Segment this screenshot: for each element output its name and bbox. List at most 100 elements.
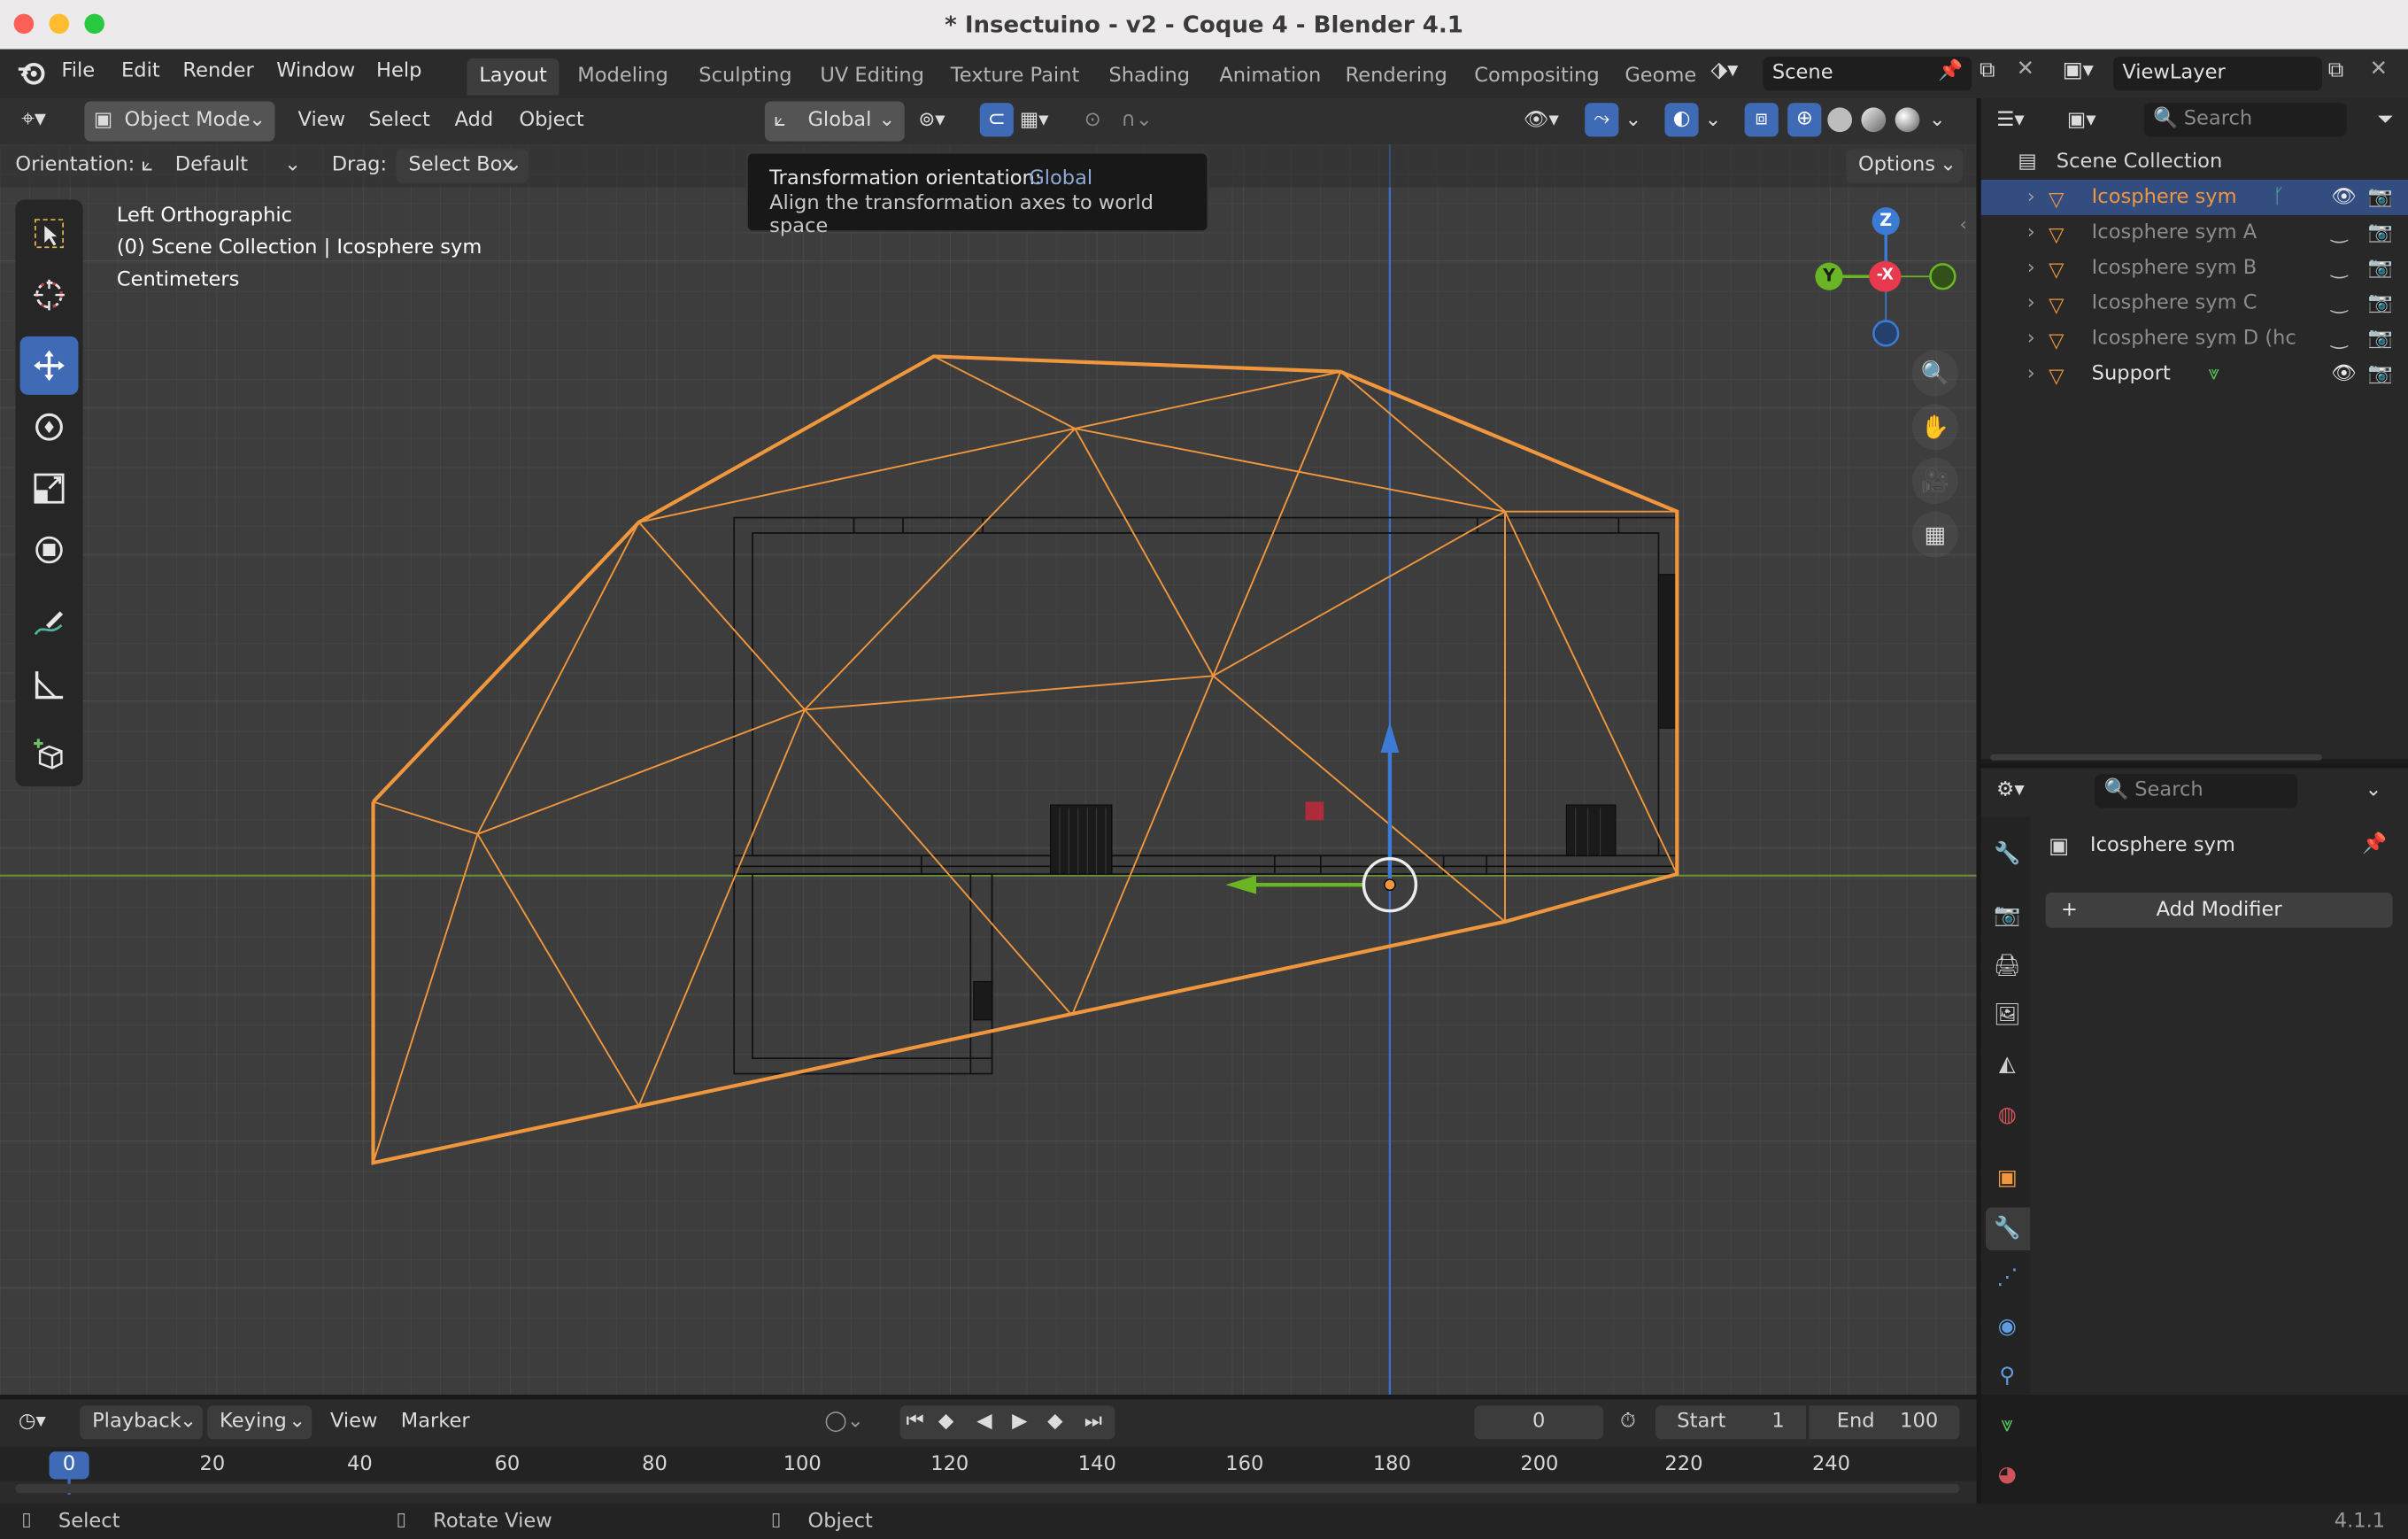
proportional-editing-icon[interactable]: ⊙: [1084, 101, 1101, 141]
scale-tool-icon[interactable]: [20, 460, 79, 518]
eye-closed-icon[interactable]: ‿: [2331, 286, 2347, 321]
tool-properties-tab-icon[interactable]: 🔧: [1988, 836, 2026, 873]
transform-orientation-dropdown[interactable]: ⟀ Global ⌄: [764, 101, 905, 142]
object-mode-dropdown[interactable]: ▣ Object Mode ⌄: [84, 101, 275, 142]
tab-geometry-nodes[interactable]: Geome: [1612, 58, 1709, 96]
menu-edit[interactable]: Edit: [121, 50, 160, 96]
play-reverse-icon[interactable]: ◀: [976, 1403, 992, 1442]
transform-tool-icon[interactable]: [20, 521, 79, 579]
data-properties-tab-icon[interactable]: ⩔: [1988, 1407, 2026, 1444]
outliner-row-item[interactable]: › ▽ Icosphere sym A ‿ 📷: [1981, 215, 2408, 251]
new-scene-icon[interactable]: ⧉: [1980, 58, 1995, 83]
tab-modeling[interactable]: Modeling: [565, 58, 680, 96]
camera-render-icon[interactable]: 📷: [2368, 251, 2393, 286]
eye-icon[interactable]: 👁: [2331, 180, 2357, 215]
expand-arrow-icon[interactable]: ›: [2027, 251, 2035, 286]
properties-options-icon[interactable]: ⌄: [2365, 771, 2381, 811]
sidebar-toggle-icon[interactable]: ‹: [1959, 213, 1966, 235]
scene-properties-tab-icon[interactable]: ◭: [1988, 1046, 2026, 1083]
gizmo-z-axis[interactable]: Z: [1872, 207, 1900, 236]
menu-file[interactable]: File: [61, 50, 95, 96]
rotate-tool-icon[interactable]: [20, 398, 79, 456]
add-cube-tool-icon[interactable]: [20, 725, 79, 784]
gizmo-dropdown-icon[interactable]: ⌄: [1625, 101, 1641, 141]
outliner-row-item[interactable]: › ▽ Icosphere sym C ‿ 📷: [1981, 286, 2408, 321]
new-view-layer-icon[interactable]: ⧉: [2328, 58, 2343, 83]
outliner-display-mode-icon[interactable]: ▣▾: [2067, 101, 2096, 141]
menu-help[interactable]: Help: [376, 50, 421, 96]
tab-animation[interactable]: Animation: [1207, 58, 1333, 96]
rendered-shading-icon[interactable]: [1895, 107, 1920, 133]
tab-shading[interactable]: Shading: [1097, 58, 1202, 96]
viewport-menu-view[interactable]: View: [298, 101, 346, 141]
view-layer-field[interactable]: ViewLayer: [2112, 57, 2322, 91]
tab-layout[interactable]: Layout: [467, 58, 560, 96]
delete-view-layer-icon[interactable]: ✕: [2370, 57, 2388, 81]
timeline-menu-marker[interactable]: Marker: [401, 1403, 470, 1442]
viewport-menu-select[interactable]: Select: [368, 101, 430, 141]
wireframe-shading-icon[interactable]: ⊕: [1787, 103, 1822, 137]
expand-arrow-icon[interactable]: ›: [2027, 286, 2035, 321]
expand-arrow-icon[interactable]: ›: [2027, 321, 2035, 357]
scene-selector-icon[interactable]: ⬗▾: [1710, 58, 1760, 89]
camera-render-icon[interactable]: 📷: [2368, 215, 2393, 251]
material-preview-icon[interactable]: [1861, 107, 1887, 133]
move-tool-icon[interactable]: [19, 336, 79, 395]
viewport-menu-object[interactable]: Object: [519, 101, 583, 141]
timeline-scrollbar[interactable]: [15, 1483, 1960, 1494]
snap-toggle-icon[interactable]: ⊂: [979, 103, 1014, 137]
eye-closed-icon[interactable]: ‿: [2331, 215, 2347, 251]
menu-render[interactable]: Render: [182, 50, 253, 96]
end-frame-field[interactable]: End 100: [1809, 1405, 1960, 1440]
current-frame-field[interactable]: 0: [1474, 1405, 1604, 1440]
world-properties-tab-icon[interactable]: ◍: [1988, 1097, 2026, 1134]
view-layer-properties-tab-icon[interactable]: 🖼: [1988, 997, 2026, 1034]
editor-type-icon[interactable]: ⌖▾: [21, 104, 46, 132]
delete-scene-icon[interactable]: ✕: [2017, 57, 2034, 81]
outliner-editor-type-icon[interactable]: ☰▾: [1996, 101, 2025, 141]
auto-keying-icon[interactable]: ◯⌄: [825, 1403, 864, 1442]
snap-target-icon[interactable]: ▦▾: [1020, 101, 1049, 141]
view-layer-icon[interactable]: ▣▾: [2063, 58, 2094, 83]
gizmo-x-axis[interactable]: -X: [1869, 260, 1902, 292]
gizmo-y-axis[interactable]: Y: [1815, 262, 1843, 290]
solid-shading-icon[interactable]: [1827, 107, 1853, 133]
pivot-point-icon[interactable]: ⊚▾: [918, 101, 945, 141]
playhead-frame[interactable]: 0: [49, 1451, 89, 1480]
orientation-dropdown[interactable]: ⟀ Default ⌄: [135, 146, 305, 186]
physics-properties-tab-icon[interactable]: ◉: [1988, 1309, 2026, 1346]
measure-tool-icon[interactable]: [20, 656, 79, 715]
render-properties-tab-icon[interactable]: 📷: [1988, 897, 2026, 934]
jump-to-keyframe-back-icon[interactable]: ◆: [938, 1403, 953, 1442]
drag-dropdown[interactable]: Select Box ⌄: [396, 149, 529, 183]
tab-rendering[interactable]: Rendering: [1333, 58, 1460, 96]
show-overlays-icon[interactable]: ◐: [1664, 103, 1699, 137]
pin-icon[interactable]: 📌: [2362, 832, 2387, 855]
constraints-properties-tab-icon[interactable]: ⚲: [1988, 1357, 2026, 1395]
expand-arrow-icon[interactable]: ›: [2027, 180, 2035, 215]
annotate-tool-icon[interactable]: [20, 593, 79, 652]
outliner-row-item[interactable]: › ▽ Icosphere sym ᚴ 👁 📷: [1980, 179, 2408, 215]
properties-editor-type-icon[interactable]: ⚙▾: [1996, 771, 2025, 811]
tab-texture-paint[interactable]: Texture Paint: [938, 58, 1092, 96]
camera-render-icon[interactable]: 📷: [2368, 356, 2393, 391]
eye-icon[interactable]: 👁: [2331, 356, 2357, 391]
show-gizmo-icon[interactable]: ⤳: [1585, 103, 1619, 137]
tab-compositing[interactable]: Compositing: [1462, 58, 1611, 96]
xray-toggle-icon[interactable]: ⧈: [1744, 103, 1779, 137]
add-modifier-button[interactable]: + Add Modifier: [2045, 892, 2393, 928]
3d-viewport[interactable]: [0, 144, 1977, 1396]
proportional-falloff-icon[interactable]: ∩⌄: [1121, 101, 1152, 141]
options-dropdown[interactable]: Options ⌄: [1846, 149, 1963, 183]
zoom-view-icon[interactable]: 🔍: [1911, 350, 1958, 397]
overlays-dropdown-icon[interactable]: ⌄: [1705, 101, 1722, 141]
pin-scene-icon[interactable]: 📌: [1938, 60, 1963, 83]
menu-window[interactable]: Window: [276, 50, 355, 96]
camera-render-icon[interactable]: 📷: [2368, 180, 2393, 215]
jump-to-end-icon[interactable]: ⏭: [1084, 1403, 1102, 1442]
properties-search-input[interactable]: 🔍 Search: [2095, 774, 2298, 808]
outliner-scrollbar[interactable]: [1990, 754, 2322, 761]
jump-to-keyframe-forward-icon[interactable]: ◆: [1047, 1403, 1062, 1442]
eye-closed-icon[interactable]: ‿: [2331, 321, 2347, 357]
camera-render-icon[interactable]: 📷: [2368, 286, 2393, 321]
